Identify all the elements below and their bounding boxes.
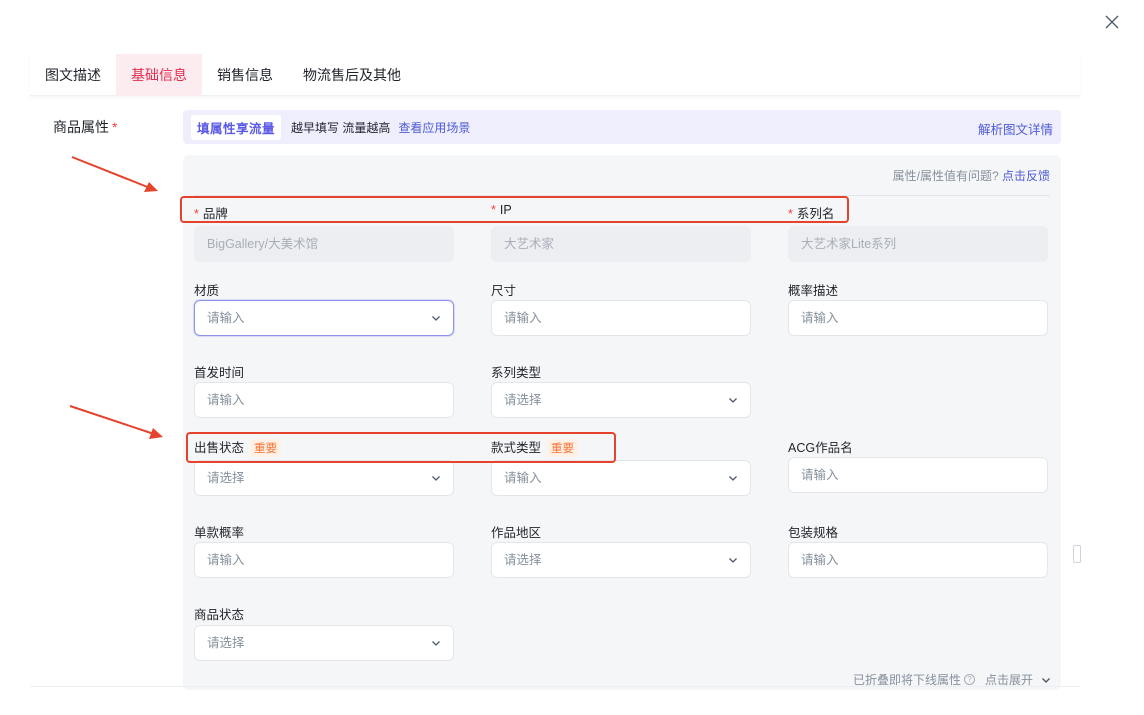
region-select[interactable]: 请选择 <box>491 542 751 578</box>
chevron-down-icon <box>431 473 441 483</box>
required-mark: * <box>491 203 496 217</box>
size-label: 尺寸 <box>491 284 517 298</box>
release-time-placeholder: 请输入 <box>207 393 245 407</box>
tab-graphic-desc[interactable]: 图文描述 <box>30 54 116 96</box>
series-type-label: 系列类型 <box>491 366 542 380</box>
brand-field: BigGallery/大美术馆 <box>194 226 454 262</box>
material-select[interactable]: 请输入 <box>194 300 454 336</box>
release-time-label: 首发时间 <box>194 366 245 380</box>
series-type-select[interactable]: 请选择 <box>491 382 751 418</box>
brand-label: * 品牌 <box>194 203 228 222</box>
region-label: 作品地区 <box>491 526 542 540</box>
chevron-down-icon <box>728 395 738 405</box>
sale-status-placeholder: 请选择 <box>207 471 245 485</box>
prob-desc-label: 概率描述 <box>788 284 839 298</box>
brand-value: BigGallery/大美术馆 <box>207 237 319 251</box>
style-type-placeholder: 请输入 <box>504 471 542 485</box>
tab-bar: 图文描述 基础信息 销售信息 物流售后及其他 <box>30 54 1080 96</box>
series-field: 大艺术家Lite系列 <box>788 226 1048 262</box>
single-prob-input[interactable]: 请输入 <box>194 542 454 578</box>
chevron-down-icon <box>728 555 738 565</box>
style-type-label-text: 款式类型 <box>491 441 542 455</box>
feedback-link[interactable]: 点击反馈 <box>1002 169 1050 183</box>
prob-desc-input[interactable]: 请输入 <box>788 300 1048 336</box>
bottom-divider <box>30 686 1080 687</box>
series-value: 大艺术家Lite系列 <box>801 237 897 251</box>
tab-basic-info[interactable]: 基础信息 <box>116 54 202 96</box>
chevron-down-icon <box>728 473 738 483</box>
parse-details-link[interactable]: 解析图文详情 <box>978 119 1053 138</box>
ip-value: 大艺术家 <box>504 237 555 251</box>
goods-status-select[interactable]: 请选择 <box>194 625 454 661</box>
chevron-down-icon <box>431 313 441 323</box>
style-type-label: 款式类型 重要 <box>491 437 579 457</box>
chevron-down-icon[interactable] <box>1041 675 1051 685</box>
chevron-down-icon <box>431 638 441 648</box>
required-mark: * <box>112 119 118 135</box>
tab-logistics[interactable]: 物流售后及其他 <box>288 54 416 96</box>
section-label: 商品属性 * <box>53 117 117 137</box>
series-label: * 系列名 <box>788 203 834 222</box>
sale-status-label: 出售状态 重要 <box>194 437 282 457</box>
view-scenarios-link[interactable]: 查看应用场景 <box>398 119 470 136</box>
package-spec-placeholder: 请输入 <box>801 553 839 567</box>
brand-label-text: 品牌 <box>202 207 228 221</box>
ip-field: 大艺术家 <box>491 226 751 262</box>
feedback-row: 属性/属性值有问题? 点击反馈 <box>893 167 1050 184</box>
side-handle[interactable] <box>1073 545 1081 563</box>
acg-name-label: ACG作品名 <box>788 441 853 455</box>
region-placeholder: 请选择 <box>504 553 542 567</box>
single-prob-label: 单款概率 <box>194 526 245 540</box>
section-label-text: 商品属性 <box>53 119 109 135</box>
important-tag: 重要 <box>250 439 282 457</box>
goods-status-label: 商品状态 <box>194 608 245 622</box>
required-mark: * <box>788 207 793 221</box>
size-placeholder: 请输入 <box>504 311 542 325</box>
size-input[interactable]: 请输入 <box>491 300 751 336</box>
series-label-text: 系列名 <box>796 207 835 221</box>
feedback-text: 属性/属性值有问题? <box>892 169 999 183</box>
series-type-placeholder: 请选择 <box>504 393 542 407</box>
close-icon <box>1105 15 1119 29</box>
release-time-input[interactable]: 请输入 <box>194 382 454 418</box>
goods-status-placeholder: 请选择 <box>207 636 245 650</box>
material-placeholder: 请输入 <box>207 311 245 325</box>
important-tag: 重要 <box>547 439 579 457</box>
help-icon[interactable]: ? <box>963 674 975 685</box>
divider <box>194 195 1050 196</box>
sale-status-select[interactable]: 请选择 <box>194 460 454 496</box>
attribute-banner: 填属性享流量 越早填写 流量越高 查看应用场景 解析图文详情 <box>183 110 1061 144</box>
package-spec-label: 包装规格 <box>788 526 839 540</box>
material-label: 材质 <box>194 284 220 298</box>
tab-sales-info[interactable]: 销售信息 <box>202 54 288 96</box>
prob-desc-placeholder: 请输入 <box>801 311 839 325</box>
annotation-arrow-1 <box>71 156 158 192</box>
style-type-select[interactable]: 请输入 <box>491 460 751 496</box>
ip-label-text: IP <box>499 203 512 217</box>
acg-name-input[interactable]: 请输入 <box>788 457 1048 493</box>
required-mark: * <box>194 207 199 221</box>
package-spec-input[interactable]: 请输入 <box>788 542 1048 578</box>
banner-badge: 填属性享流量 <box>191 114 282 140</box>
acg-name-placeholder: 请输入 <box>801 468 839 482</box>
banner-text: 越早填写 流量越高 <box>291 120 391 135</box>
attribute-panel: 属性/属性值有问题? 点击反馈 * 品牌 BigGallery/大美术馆 * IP … <box>183 155 1061 690</box>
single-prob-placeholder: 请输入 <box>207 553 245 567</box>
ip-label: * IP <box>491 203 512 217</box>
sale-status-label-text: 出售状态 <box>194 441 245 455</box>
annotation-arrow-2 <box>69 405 163 439</box>
close-button[interactable] <box>1102 12 1122 32</box>
